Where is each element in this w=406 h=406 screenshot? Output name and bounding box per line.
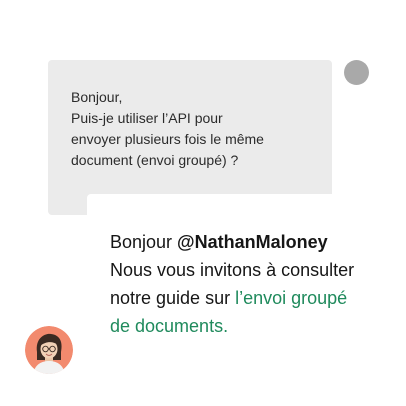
question-line: document (envoi groupé) ? xyxy=(71,152,239,168)
bulk-send-guide-link[interactable]: l’envoi groupé xyxy=(235,288,347,308)
question-line: Bonjour, xyxy=(71,89,123,105)
agent-avatar-illustration-icon xyxy=(25,326,73,374)
user-avatar xyxy=(344,60,369,85)
question-line: envoyer plusieurs fois le même xyxy=(71,131,264,147)
question-message-bubble: Bonjour, Puis-je utiliser l’API pour env… xyxy=(48,60,332,215)
answer-message-text: Bonjour @NathanMaloney Nous vous inviton… xyxy=(110,228,354,340)
answer-guide-text: notre guide sur xyxy=(110,288,236,308)
answer-line-4: de documents. xyxy=(110,312,354,340)
bulk-send-guide-link-continued[interactable]: de documents. xyxy=(110,316,228,336)
answer-line-2: Nous vous invitons à consulter xyxy=(110,260,355,280)
question-message-text: Bonjour, Puis-je utiliser l’API pour env… xyxy=(71,87,332,171)
answer-line-1: Bonjour @NathanMaloney xyxy=(110,228,354,256)
user-mention: @NathanMaloney xyxy=(177,232,328,252)
answer-line-3: notre guide sur l’envoi groupé xyxy=(110,284,354,312)
answer-greeting: Bonjour xyxy=(110,232,178,252)
question-line: Puis-je utiliser l’API pour xyxy=(71,110,223,126)
agent-avatar xyxy=(25,326,73,374)
